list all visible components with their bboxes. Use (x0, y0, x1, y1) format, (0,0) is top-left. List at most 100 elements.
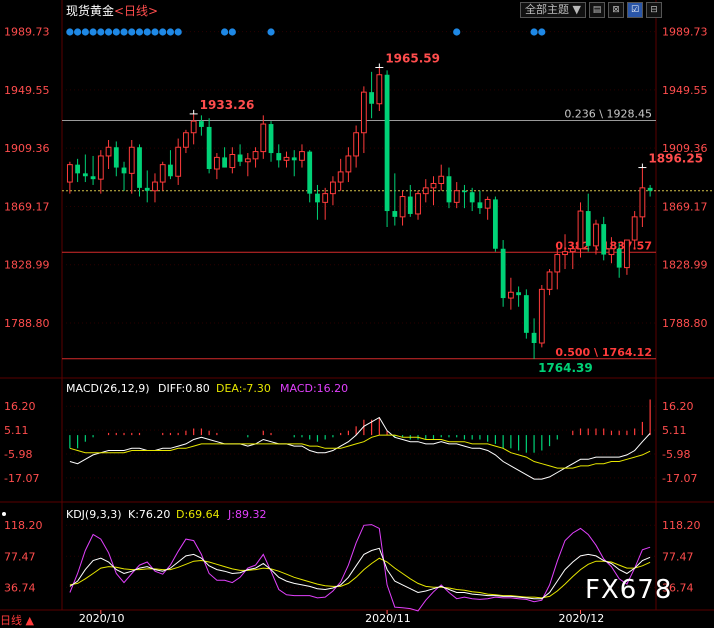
candle-body (345, 155, 352, 173)
macd-diff-line (69, 416, 651, 480)
candle-body (144, 187, 150, 191)
candle-body (75, 164, 81, 174)
candle-body (624, 239, 630, 269)
candle-body (307, 151, 313, 194)
candle-body (291, 157, 297, 161)
low-label: 1764.39 (538, 361, 593, 375)
candle-body (647, 187, 653, 191)
theme-selector[interactable]: 全部主题 ▼ (520, 2, 586, 18)
candle-body (229, 154, 236, 169)
candle-body (198, 121, 204, 127)
candle-body (376, 74, 383, 105)
candle-body (175, 146, 182, 177)
candle-body (492, 199, 498, 249)
y-tick-label-right: 1949.55 (662, 84, 708, 97)
y-tick-label-left: 1788.80 (4, 317, 50, 330)
candle-body (360, 91, 367, 134)
candle-body (469, 192, 475, 203)
fx678-watermark: FX678 (585, 575, 673, 605)
candle-body (222, 157, 228, 168)
timeframe-label[interactable]: <日线> (114, 4, 158, 18)
candle-body (369, 92, 375, 104)
candle-body (484, 198, 491, 209)
kdj-d-label: D:69.64 (176, 508, 220, 521)
fib-level-label: 0.500 \ 1764.12 (555, 346, 652, 359)
y-tick-label-left: 1989.73 (4, 26, 50, 39)
y-tick-label-left: 1869.17 (4, 200, 50, 213)
theme-label: 全部主题 (525, 3, 570, 16)
macd-y-tick-left: -5.98 (4, 448, 32, 461)
kdj-j-line (69, 524, 651, 612)
macd-y-tick-right: 16.20 (662, 400, 694, 413)
candle-body (453, 190, 460, 203)
candle-body (252, 151, 259, 160)
kdj-d-line (69, 557, 651, 599)
candle-body (608, 248, 615, 256)
signal-dot (166, 28, 175, 36)
macd-title: MACD(26,12,9) (66, 382, 150, 395)
close-panel-button[interactable]: ⊠ (608, 2, 624, 18)
y-tick-label-left: 1828.99 (4, 259, 50, 272)
candle-body (639, 187, 646, 218)
y-tick-label-right: 1989.73 (662, 26, 708, 39)
y-tick-label-right: 1828.99 (662, 259, 708, 272)
candle-body (105, 146, 112, 157)
candle-body (500, 248, 506, 299)
y-tick-label-left: 1949.55 (4, 84, 50, 97)
candle-body (507, 291, 514, 299)
candle-body (407, 196, 413, 214)
candle-body (516, 292, 522, 296)
candle-body (206, 126, 212, 169)
toolbar: 全部主题 ▼ ▤ ⊠ ☑ ⊟ (520, 2, 662, 18)
signal-dot (104, 28, 113, 36)
candle-body (128, 146, 135, 174)
candle-body (554, 254, 561, 273)
kdj-y-tick-right: 77.47 (662, 550, 694, 563)
x-tick-label: 2020/12 (559, 612, 605, 625)
macd-diff-label: DIFF:0.80 (158, 382, 210, 395)
signal-dot (112, 28, 120, 36)
minimize-button[interactable]: ⊟ (646, 2, 662, 18)
candle-body (616, 248, 622, 268)
candle-body (392, 211, 398, 217)
high-label: 1896.25 (648, 152, 703, 166)
signal-dot (530, 28, 538, 36)
candle-body (244, 158, 251, 163)
high-label: 1933.26 (200, 98, 255, 112)
signal-dot (135, 28, 144, 36)
candle-body (137, 147, 142, 188)
candle-body (569, 248, 576, 253)
x-tick-label: 2020/11 (365, 612, 411, 625)
kdj-y-tick-right: 118.20 (662, 519, 701, 532)
signal-dot (66, 28, 74, 36)
signal-dot (267, 28, 275, 36)
signal-dot (151, 28, 159, 36)
candle-body (523, 295, 529, 333)
candle-body (90, 176, 96, 180)
candle-body (315, 193, 320, 203)
candle-body (399, 196, 406, 218)
chart-canvas: 1989.73 1989.731949.55 1949.551909.36 1909.… (0, 0, 714, 625)
candle-body (268, 124, 274, 154)
candle-body (593, 223, 599, 247)
signal-dot (143, 28, 151, 36)
candle-body (538, 288, 545, 344)
period-label: 日线 (0, 614, 22, 627)
signal-dot (89, 28, 97, 36)
checkbox-button[interactable]: ☑ (627, 2, 643, 18)
kdj-k-label: K:76.20 (128, 508, 170, 521)
candle-body (97, 155, 104, 180)
kdj-y-tick-left: 77.47 (4, 550, 36, 563)
list-view-button[interactable]: ▤ (589, 2, 605, 18)
y-tick-label-left: 1909.36 (4, 142, 50, 155)
signal-dot (74, 28, 82, 36)
macd-y-tick-right: 5.11 (662, 424, 687, 437)
macd-dea-line (69, 434, 651, 469)
signal-dot (228, 28, 236, 36)
candle-body (337, 171, 344, 183)
signal-dot (97, 28, 105, 36)
signal-dot (159, 28, 167, 36)
candle-body (190, 120, 197, 134)
candle-body (113, 147, 119, 168)
chevron-down-icon: ▼ (572, 3, 581, 16)
